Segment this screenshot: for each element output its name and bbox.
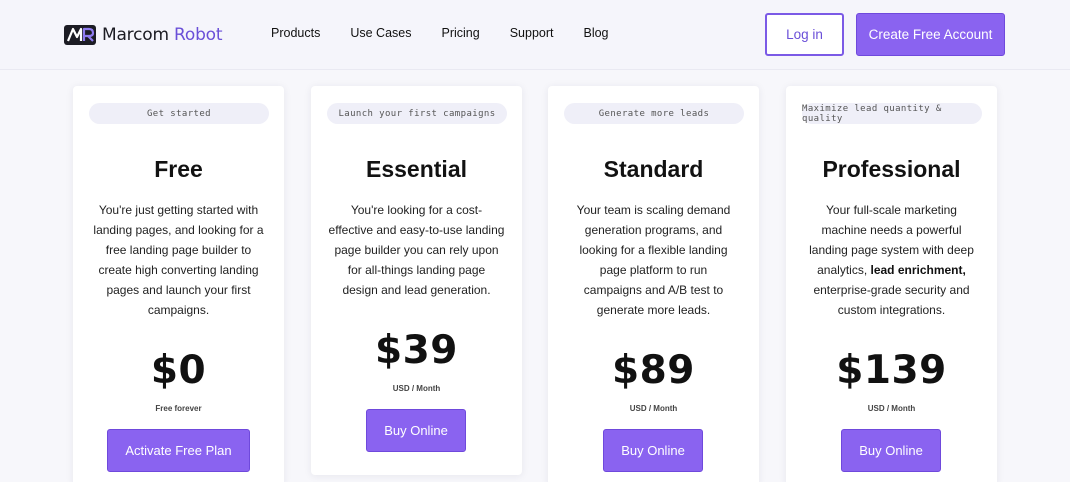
nav-support[interactable]: Support — [510, 26, 554, 40]
pricing-card-essential: Launch your first campaigns Essential Yo… — [311, 86, 522, 475]
nav-use-cases[interactable]: Use Cases — [350, 26, 411, 40]
plan-description-line: custom integrations. — [837, 303, 946, 317]
plan-name: Standard — [603, 156, 704, 182]
pricing-card-standard: Generate more leads Standard Your team i… — [548, 86, 759, 482]
brand-logo[interactable]: Marcom Robot — [64, 24, 223, 46]
plan-description-line: machine needs a powerful — [821, 223, 962, 237]
plan-description-line: page builder you can rely upon — [334, 243, 499, 257]
plan-description: Your full-scale marketing machine needs … — [800, 200, 983, 320]
plan-description-line: campaigns and A/B test to — [583, 283, 724, 297]
brand-name-main: Marcom — [102, 25, 169, 45]
nav-pricing[interactable]: Pricing — [441, 26, 479, 40]
plan-description-line: create high converting landing — [98, 263, 259, 277]
plan-name: Professional — [822, 156, 961, 182]
site-header: Marcom Robot Products Use Cases Pricing … — [0, 0, 1070, 70]
plan-description-line: You're just getting started with — [98, 203, 259, 217]
plan-description-line: free landing page builder to — [105, 243, 252, 257]
plan-description-line: pages and launch your first — [106, 283, 251, 297]
pricing-card-free: Get started Free You're just getting sta… — [73, 86, 284, 482]
plan-tag: Launch your first campaigns — [327, 103, 507, 124]
plan-description: Your team is scaling demand generation p… — [562, 200, 745, 320]
plan-price: $89 — [612, 348, 695, 393]
plan-tag: Maximize lead quantity & quality — [802, 103, 982, 124]
plan-description-line: landing page system with deep — [809, 243, 974, 257]
plan-description-line: generation programs, and — [584, 223, 723, 237]
plan-price: $0 — [150, 348, 207, 393]
plan-description-line: enterprise-grade security and — [813, 283, 970, 297]
plan-tag: Get started — [89, 103, 269, 124]
plan-description-line: analytics, lead enrichment, — [800, 260, 983, 280]
plan-description-line: generate more leads. — [596, 303, 711, 317]
plan-name: Essential — [366, 156, 467, 182]
plan-description-line: campaigns. — [147, 303, 210, 317]
plan-price: $139 — [836, 348, 947, 393]
plan-description-line: looking for a flexible landing — [579, 243, 728, 257]
plan-description-line: effective and easy-to-use landing — [328, 223, 505, 237]
nav-blog[interactable]: Blog — [583, 26, 608, 40]
plan-description: You're looking for a cost- effective and… — [325, 200, 508, 300]
price-note: USD / Month — [867, 404, 916, 413]
plan-description-line: landing pages, and looking for a — [93, 223, 264, 237]
plan-description-line: Your team is scaling demand — [576, 203, 731, 217]
plan-description-text: analytics, — [817, 263, 871, 277]
create-account-button[interactable]: Create Free Account — [856, 13, 1005, 56]
plan-description-line: Your full-scale marketing — [826, 203, 957, 217]
activate-free-plan-button[interactable]: Activate Free Plan — [107, 429, 250, 472]
plan-price: $39 — [375, 328, 458, 373]
price-note: Free forever — [155, 404, 202, 413]
plan-description-line: for all-things landing page — [347, 263, 486, 277]
nav-products[interactable]: Products — [271, 26, 320, 40]
plan-description-bold: lead enrichment, — [870, 263, 966, 277]
plan-description-line: You're looking for a cost- — [350, 203, 483, 217]
plan-tag: Generate more leads — [564, 103, 744, 124]
plan-name: Free — [154, 156, 203, 182]
plan-description: You're just getting started with landing… — [87, 200, 270, 320]
brand-name-accent: Robot — [174, 25, 223, 45]
main-nav: Products Use Cases Pricing Support Blog — [271, 26, 639, 40]
buy-online-button[interactable]: Buy Online — [603, 429, 703, 472]
pricing-card-professional: Maximize lead quantity & quality Profess… — [786, 86, 997, 482]
marcom-robot-logo-icon — [64, 25, 96, 45]
login-button[interactable]: Log in — [765, 13, 844, 56]
price-note: USD / Month — [629, 404, 678, 413]
buy-online-button[interactable]: Buy Online — [366, 409, 466, 452]
buy-online-button[interactable]: Buy Online — [841, 429, 941, 472]
plan-description-line: design and lead generation. — [342, 283, 491, 297]
plan-description-line: page platform to run — [599, 263, 708, 277]
brand-name: Marcom Robot — [102, 25, 223, 45]
price-note: USD / Month — [392, 384, 441, 393]
